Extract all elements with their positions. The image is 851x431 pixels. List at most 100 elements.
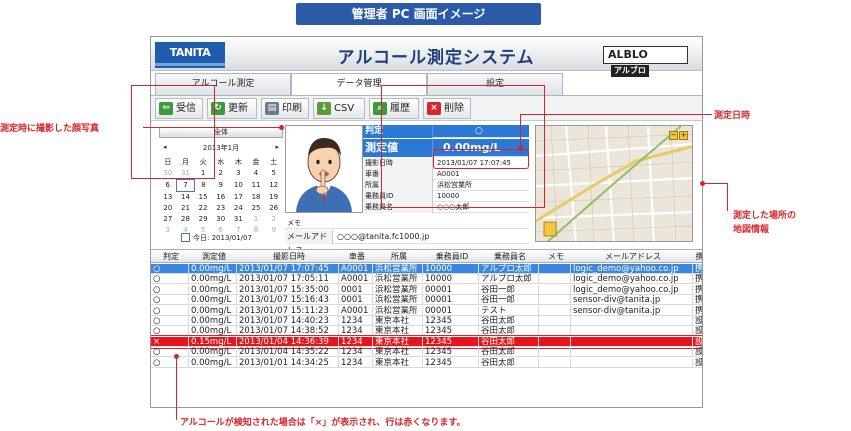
grid-header-cell[interactable]: メモ [539, 250, 571, 262]
calendar-day[interactable]: 27 [159, 214, 177, 225]
grid-header-cell[interactable]: 乗務員ID [423, 250, 479, 262]
grid-header-cell[interactable]: 測定値 [189, 250, 237, 262]
calendar-day[interactable]: 17 [230, 192, 248, 204]
calendar-day[interactable]: 9 [212, 180, 230, 192]
print-button[interactable]: ▤ 印刷 [261, 98, 309, 119]
table-cell [539, 274, 571, 284]
table-cell: 00001 [423, 284, 479, 294]
table-cell: logic_demo@yahoo.co.jp [571, 264, 693, 273]
next-month-icon[interactable]: ▸ [275, 143, 279, 151]
grid-header-cell[interactable]: 撮影日時 [237, 250, 339, 262]
calendar-day[interactable]: 14 [177, 192, 195, 204]
grid-header-cell[interactable]: 携 [693, 250, 703, 262]
table-cell: 2013/01/07 17:05:11 [237, 274, 339, 284]
grid-header-cell[interactable]: 乗務員名 [479, 250, 539, 262]
calendar-day[interactable]: 21 [177, 203, 195, 214]
calendar-day[interactable]: 9 [265, 225, 283, 236]
calendar-day[interactable]: 28 [177, 214, 195, 225]
calendar-day[interactable]: 20 [159, 203, 177, 214]
table-cell: 携 [695, 264, 703, 273]
zoom-out-icon[interactable]: − [669, 131, 678, 140]
table-cell: 2013/01/07 15:16:43 [237, 295, 339, 305]
table-row[interactable]: ○ 0.00mg/L 2013/01/01 14:34:25 1234 東京本社 1234… [151, 357, 703, 368]
table-cell: 0001 [339, 295, 373, 305]
calendar-day[interactable]: 8 [194, 180, 212, 192]
grid-header-cell[interactable]: メールアドレス [571, 250, 693, 262]
calendar-day[interactable]: 22 [194, 203, 212, 214]
table-row[interactable]: ○ 0.00mg/L 2013/01/07 15:11:23 A0001 浜松営業所 00… [151, 305, 703, 316]
calendar-day[interactable]: 16 [212, 192, 230, 204]
app-title: アルコール測定システム [337, 48, 535, 68]
table-row[interactable]: ○ 0.00mg/L 2013/01/07 14:40:23 1234 東京本社 1234… [151, 316, 703, 326]
table-cell: 1234 [339, 316, 373, 325]
table-cell: 携 [695, 305, 703, 315]
table-row[interactable]: ○ 0.00mg/L 2013/01/07 17:05:11 A0001 浜松営業所 10… [151, 274, 702, 285]
calendar-day[interactable]: 26 [265, 203, 283, 214]
table-cell [539, 264, 571, 273]
callout-photo-line [143, 127, 281, 128]
calendar-day[interactable]: 23 [212, 203, 230, 214]
table-cell: 10000 [423, 264, 479, 273]
csv-button[interactable]: ↓ CSV [313, 98, 365, 119]
calendar-day[interactable]: 25 [247, 203, 265, 214]
calendar-day[interactable]: 19 [265, 192, 283, 204]
location-map[interactable]: − + [535, 125, 693, 242]
alblo-logo: ALBLOアルブロ [603, 46, 688, 77]
calendar-day[interactable]: 18 [247, 192, 265, 204]
calendar-day[interactable]: 12 [265, 180, 283, 192]
table-cell: 浜松営業所 [373, 284, 423, 294]
grid-header-cell[interactable]: 判定 [151, 250, 189, 262]
table-cell: 設 [695, 357, 703, 367]
calendar-day[interactable]: 5 [265, 168, 283, 180]
table-cell: 0.00mg/L [189, 305, 237, 315]
callout-photo-dot [279, 125, 284, 130]
calendar-day[interactable]: 10 [230, 180, 248, 192]
table-cell: ○ [151, 316, 189, 325]
zoom-in-icon[interactable]: + [679, 131, 688, 140]
calendar-day[interactable]: 7 [176, 179, 195, 192]
table-cell: 0.00mg/L [189, 284, 237, 294]
callout-datetime: 測定日時 [714, 111, 751, 121]
table-cell: 12345 [423, 316, 479, 325]
table-cell: 00001 [423, 295, 479, 305]
memo-label: メモ [285, 217, 529, 229]
table-cell: 設 [695, 316, 703, 325]
table-cell: 浜松営業所 [373, 305, 423, 315]
table-cell: 設 [695, 347, 703, 357]
calendar-day[interactable]: 6 [159, 180, 177, 192]
table-cell: 携 [695, 295, 703, 305]
calendar-day[interactable]: 4 [247, 168, 265, 180]
callout-map-line-v [727, 183, 728, 211]
table-cell: アルプロ太郎 [479, 264, 539, 273]
calendar-day[interactable]: 31 [230, 214, 248, 225]
table-row[interactable]: ○ 0.00mg/L 2013/01/07 15:35:00 0001 浜松営業所 000… [151, 284, 702, 295]
calendar-day[interactable]: 3 [230, 168, 248, 180]
grid-header: 判定 測定値 撮影日時 車番 所属 乗務員ID 乗務員名 メモ メールアドレス携 [151, 250, 703, 263]
calendar-day[interactable]: 30 [212, 214, 230, 225]
table-cell: アルプロ太郎 [479, 274, 539, 284]
calendar-day[interactable]: 29 [194, 214, 212, 225]
table-row[interactable]: ○ 0.00mg/L 2013/01/07 17:07:45 A0001 浜松営業所 10… [151, 264, 703, 274]
table-row[interactable]: ○ 0.00mg/L 2013/01/07 15:16:43 0001 浜松営業所 000… [151, 295, 703, 306]
grid-header-cell[interactable]: 所属 [373, 250, 423, 262]
map-zoom: − + [668, 130, 688, 140]
weekday-label: 土 [270, 158, 278, 166]
grid-header-cell[interactable]: 車番 [339, 250, 373, 262]
table-cell: 東京本社 [373, 347, 423, 357]
calendar-day[interactable]: 2 [265, 214, 283, 225]
mail-row: メールアドレス ○○○@tanita.fc1000.jp [285, 230, 529, 255]
today-checkbox[interactable]: 今日: 2013/01/07 [181, 233, 252, 243]
calendar-day[interactable]: 24 [230, 203, 248, 214]
app-header: TANITA アルコール測定システム ALBLOアルブロ [151, 37, 702, 77]
calendar-day[interactable]: 15 [194, 192, 212, 204]
table-row[interactable]: ○ 0.00mg/L 2013/01/04 14:35:22 1234 東京本社 1234… [151, 347, 703, 358]
table-cell: ○ [151, 264, 189, 273]
calendar-day[interactable]: 3 [159, 225, 177, 236]
table-cell: 10000 [423, 274, 479, 284]
table-cell: 谷田太郎 [479, 316, 539, 325]
calendar-day[interactable]: 13 [159, 192, 177, 204]
calendar-day[interactable]: 1 [247, 214, 265, 225]
calendar-day[interactable]: 11 [247, 180, 265, 192]
table-cell: 1234 [339, 357, 373, 367]
callout-datetime-line-v [520, 114, 521, 148]
